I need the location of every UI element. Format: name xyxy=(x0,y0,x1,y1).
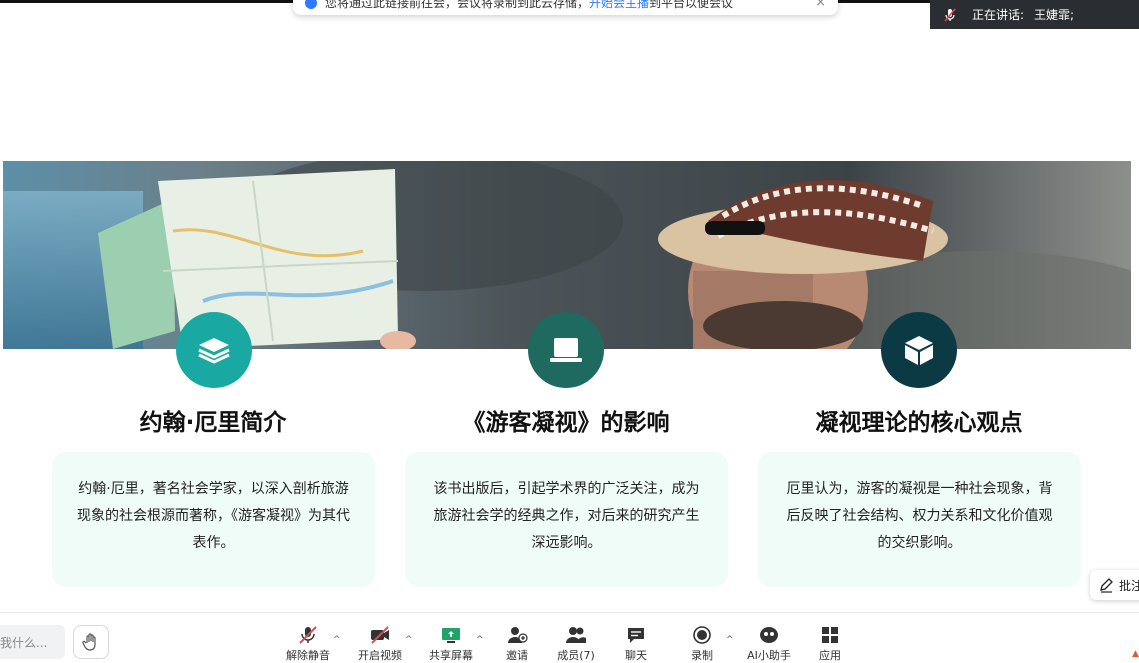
info-icon xyxy=(305,0,317,9)
speaker-name: 王婕霏; xyxy=(1034,8,1075,22)
members-label: 成员(7) xyxy=(557,649,595,662)
ai-assistant-button[interactable]: AI小助手 xyxy=(739,625,799,663)
section-3-body: 厄里认为，游客的凝视是一种社会现象，背后反映了社会结构、权力关系和文化价值观的交… xyxy=(786,481,1053,551)
video-options-caret[interactable]: ^ xyxy=(405,635,413,645)
mic-muted-icon xyxy=(944,7,956,22)
unmute-label: 解除静音 xyxy=(286,649,330,662)
apps-icon xyxy=(822,627,838,643)
ai-assistant-icon xyxy=(760,627,778,643)
section-1-icon-badge xyxy=(176,312,252,388)
unmute-button[interactable]: 解除静音 xyxy=(278,625,338,663)
chat-input-placeholder: 我什么... xyxy=(0,635,48,650)
speaking-label: 正在讲话: xyxy=(972,8,1025,22)
record-options-caret[interactable]: ^ xyxy=(726,635,734,645)
section-3-icon-badge xyxy=(881,312,957,388)
video-off-icon xyxy=(371,626,389,644)
section-1-card: 约翰·厄里，著名社会学家，以深入剖析旅游现象的社会根源而著称，《游客凝视》为其代… xyxy=(52,452,375,587)
record-button[interactable]: 录制 xyxy=(672,625,732,663)
share-screen-label: 共享屏幕 xyxy=(429,649,473,662)
members-icon xyxy=(566,627,586,643)
section-2-icon-badge xyxy=(528,312,604,388)
section-1-title: 约翰·厄里简介 xyxy=(139,410,287,436)
chat-label: 聊天 xyxy=(625,649,647,662)
mic-muted-icon xyxy=(299,626,317,644)
annotate-button[interactable]: 批注 xyxy=(1090,570,1139,600)
close-icon[interactable]: × xyxy=(815,0,826,10)
share-options-caret[interactable]: ^ xyxy=(476,635,484,645)
meeting-notice-banner: 您将通过此链接前往会，会议将录制到此云存储， 开始会主播 到平台以便会议 × xyxy=(293,0,838,15)
layers-icon xyxy=(198,338,230,364)
section-2-title: 《游客凝视》的影响 xyxy=(462,410,670,436)
section-1-body: 约翰·厄里，著名社会学家，以深入剖析旅游现象的社会根源而著称，《游客凝视》为其代… xyxy=(77,481,350,551)
section-2-card: 该书出版后，引起学术界的广泛关注，成为旅游社会学的经典之作，对后来的研究产生深远… xyxy=(405,452,728,587)
share-screen-button[interactable]: 共享屏幕 xyxy=(421,625,481,663)
section-2-body: 该书出版后，引起学术界的广泛关注，成为旅游社会学的经典之作，对后来的研究产生深远… xyxy=(433,481,700,551)
invite-button[interactable]: 邀请 xyxy=(487,625,547,663)
chat-button[interactable]: 聊天 xyxy=(606,625,666,663)
notice-link[interactable]: 开始会主播 xyxy=(589,0,649,11)
ai-assistant-label: AI小助手 xyxy=(747,649,791,662)
raise-hand-button[interactable] xyxy=(73,625,109,659)
start-video-label: 开启视频 xyxy=(358,649,402,662)
record-icon xyxy=(693,626,711,644)
start-video-button[interactable]: 开启视频 xyxy=(350,625,410,663)
invite-label: 邀请 xyxy=(506,649,528,662)
speaking-indicator: 正在讲话: 王婕霏; xyxy=(930,0,1139,29)
section-3-title: 凝视理论的核心观点 xyxy=(815,410,1023,436)
chat-icon xyxy=(628,628,644,643)
annotate-label: 批注 xyxy=(1119,578,1139,593)
cube-icon xyxy=(905,336,933,365)
laptop-icon xyxy=(550,338,582,362)
raise-hand-icon xyxy=(82,633,96,651)
chat-input[interactable]: 我什么... xyxy=(0,625,65,659)
members-button[interactable]: 成员(7) xyxy=(546,625,606,663)
meeting-toolbar: 我什么... 解除静音 ^ 开启视频 ^ 共享屏幕 ^ 邀请 成员(7) 聊天 … xyxy=(0,612,1139,663)
invite-icon xyxy=(508,627,528,643)
record-label: 录制 xyxy=(691,649,713,662)
apps-label: 应用 xyxy=(819,649,841,662)
corner-indicator: ▲ xyxy=(1132,649,1139,659)
notice-text-after: 到平台以便会议 xyxy=(649,0,734,10)
share-screen-icon xyxy=(442,628,460,643)
section-3-card: 厄里认为，游客的凝视是一种社会现象，背后反映了社会结构、权力关系和文化价值观的交… xyxy=(758,452,1081,587)
apps-button[interactable]: 应用 xyxy=(800,625,860,663)
audio-options-caret[interactable]: ^ xyxy=(333,635,341,645)
notice-text: 您将通过此链接前往会，会议将录制到此云存储， xyxy=(325,0,590,10)
pen-icon xyxy=(1100,578,1113,593)
